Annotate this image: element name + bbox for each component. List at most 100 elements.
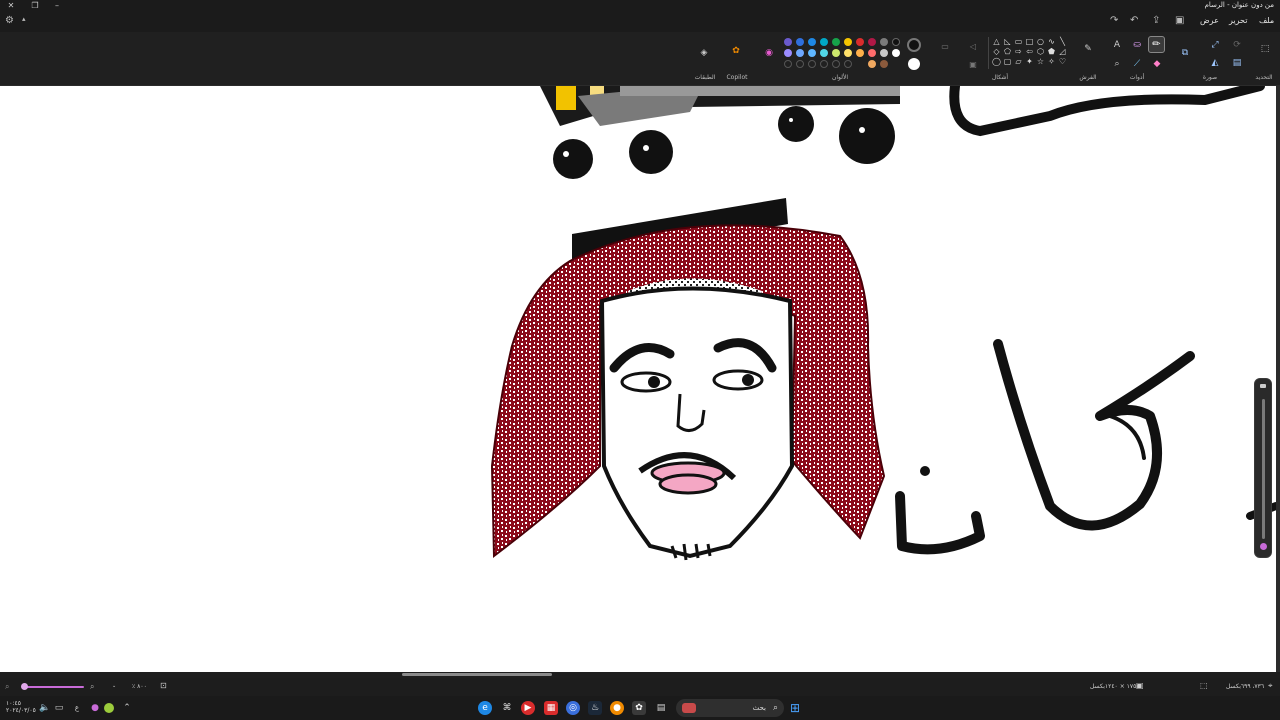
shape-arrow-right-icon[interactable]: ⇨ — [1014, 47, 1023, 56]
shape-outline-icon[interactable]: ▭ — [938, 40, 952, 54]
shape-rtriangle-icon[interactable]: ◺ — [1003, 37, 1012, 46]
zoom-slider-top-icon[interactable] — [1260, 384, 1266, 388]
zoom-handle[interactable] — [1260, 543, 1267, 550]
shape-curve-icon[interactable]: ∿ — [1047, 37, 1056, 46]
paint-icon[interactable]: ✿ — [632, 701, 646, 715]
color-picker-tool-icon[interactable]: ⟋ — [1130, 57, 1144, 71]
secondary-color[interactable] — [908, 58, 920, 70]
image-crop-icon[interactable]: ⧉ — [1178, 46, 1192, 60]
taskbar-search[interactable]: ⌕ بحث — [676, 699, 784, 717]
save-icon[interactable]: ▣ — [1175, 15, 1184, 26]
color-swatch[interactable] — [832, 49, 840, 57]
share-icon[interactable]: ⇪ — [1152, 15, 1160, 26]
color-swatch[interactable] — [808, 49, 816, 57]
color-swatch[interactable] — [796, 38, 804, 46]
color-swatch[interactable] — [880, 38, 888, 46]
shape-polygon-icon[interactable]: ⬟ — [1047, 47, 1056, 56]
edge-icon[interactable]: e — [478, 701, 492, 715]
menu-view[interactable]: عرض — [1200, 16, 1219, 25]
volume-icon[interactable]: 🔈 — [38, 701, 52, 715]
custom-color-slot[interactable] — [832, 60, 840, 68]
shape-triangle2-icon[interactable]: ◿ — [1058, 47, 1067, 56]
color-swatch[interactable] — [868, 60, 876, 68]
color-swatch[interactable] — [880, 49, 888, 57]
shape-callout-icon[interactable]: ◯ — [992, 57, 1001, 66]
fit-to-window-icon[interactable]: ⊡ — [160, 681, 167, 690]
color-picker-icon[interactable]: ◉ — [762, 46, 776, 60]
color-swatch[interactable] — [892, 49, 900, 57]
settings-icon[interactable]: ⚙ — [5, 15, 14, 26]
zoom-out-icon[interactable]: ⌕ — [5, 682, 9, 692]
zoom-dropdown-icon[interactable]: ⌄ — [112, 683, 116, 689]
start-menu-icon[interactable]: ⊞ — [788, 701, 802, 715]
zoom-slider[interactable] — [22, 686, 84, 688]
brush-icon[interactable]: ✎ — [1081, 42, 1095, 56]
color-swatch[interactable] — [868, 49, 876, 57]
taskbar-clock[interactable]: ١٠:٤٥ ٢٠٢٤/٠٣/٠٥ — [6, 700, 36, 714]
tray-overflow-icon[interactable]: ⌃ — [120, 701, 134, 715]
copilot-icon[interactable]: ✿ — [729, 44, 743, 58]
media-icon[interactable]: ▶ — [521, 701, 535, 715]
shape-triangle-icon[interactable]: △ — [992, 37, 1001, 46]
shape-star5-icon[interactable]: ☆ — [1036, 57, 1045, 66]
store-icon[interactable]: ◎ — [566, 701, 580, 715]
task-view-icon[interactable]: ⌘ — [500, 701, 514, 715]
custom-color-slot[interactable] — [784, 60, 792, 68]
horizontal-scroll-thumb[interactable] — [402, 673, 552, 676]
firefox-icon[interactable]: ● — [610, 701, 624, 715]
color-swatch[interactable] — [784, 49, 792, 57]
shape-line-icon[interactable]: ╲ — [1058, 37, 1067, 46]
color-swatch[interactable] — [820, 49, 828, 57]
shape-square-icon[interactable]: □ — [1025, 37, 1034, 46]
text-tool-icon[interactable]: A — [1110, 38, 1124, 52]
primary-color[interactable] — [907, 38, 921, 52]
menu-edit[interactable]: تحرير — [1229, 16, 1247, 25]
redo-icon[interactable]: ↷ — [1110, 15, 1118, 26]
fill-tool-icon[interactable]: ⛀ — [1130, 38, 1144, 52]
shape-pentagon-icon[interactable]: ⬠ — [1003, 47, 1012, 56]
shape-hexagon-icon[interactable]: ⬡ — [1036, 47, 1045, 56]
shape-star4-icon[interactable]: ✦ — [1025, 57, 1034, 66]
color-swatch[interactable] — [844, 38, 852, 46]
custom-color-slot[interactable] — [796, 60, 804, 68]
custom-color-slot[interactable] — [820, 60, 828, 68]
custom-color-slot[interactable] — [808, 60, 816, 68]
layers-icon[interactable]: ◈ — [697, 46, 711, 60]
color-swatch[interactable] — [796, 49, 804, 57]
zoom-in-icon[interactable]: ⌕ — [90, 682, 94, 692]
vertical-scrollbar[interactable] — [1254, 378, 1272, 558]
image-edit-icon[interactable]: ▤ — [1230, 56, 1244, 70]
shape-fill-icon[interactable]: ◁ — [966, 40, 980, 54]
color-swatch[interactable] — [856, 49, 864, 57]
magnifier-tool-icon[interactable]: ⌕ — [1110, 57, 1124, 71]
color-swatch[interactable] — [856, 38, 864, 46]
network-icon[interactable]: ▭ — [52, 701, 66, 715]
calendar-icon[interactable]: ▦ — [544, 701, 558, 715]
shape-heart-icon[interactable]: ♡ — [1058, 57, 1067, 66]
shape-star6-icon[interactable]: ✧ — [1047, 57, 1056, 66]
file-explorer-icon[interactable]: ▤ — [654, 701, 668, 715]
color-swatch[interactable] — [844, 49, 852, 57]
language-indicator-icon[interactable]: ع — [70, 701, 84, 715]
color-swatch[interactable] — [880, 60, 888, 68]
restore-icon[interactable]: ❐ — [26, 0, 44, 12]
color-swatch[interactable] — [868, 38, 876, 46]
vertical-scroll-thumb[interactable] — [1262, 399, 1265, 539]
selection-icon[interactable]: ⬚ — [1258, 42, 1272, 56]
shape-bubble-icon[interactable]: ▱ — [1014, 57, 1023, 66]
color-swatch[interactable] — [808, 38, 816, 46]
shape-oval-icon[interactable]: ○ — [1036, 37, 1045, 46]
shape-diamond-icon[interactable]: ◇ — [992, 47, 1001, 56]
undo-icon[interactable]: ↶ — [1130, 15, 1138, 26]
color-swatch[interactable] — [832, 38, 840, 46]
shape-rect-icon[interactable]: ▭ — [1014, 37, 1023, 46]
microphone-icon[interactable]: ● — [88, 701, 102, 715]
menu-file[interactable]: ملف — [1259, 16, 1274, 25]
shape-arrow-left-icon[interactable]: ⇦ — [1025, 47, 1034, 56]
minimize-icon[interactable]: – — [48, 0, 66, 12]
shape-callout2-icon[interactable]: ▢ — [1003, 57, 1012, 66]
color-swatch[interactable] — [892, 38, 900, 46]
eraser-tool-icon[interactable]: ◆ — [1150, 57, 1164, 71]
account-icon[interactable]: ▴ — [22, 15, 26, 23]
rotate-icon[interactable]: ⟳ — [1230, 38, 1244, 52]
